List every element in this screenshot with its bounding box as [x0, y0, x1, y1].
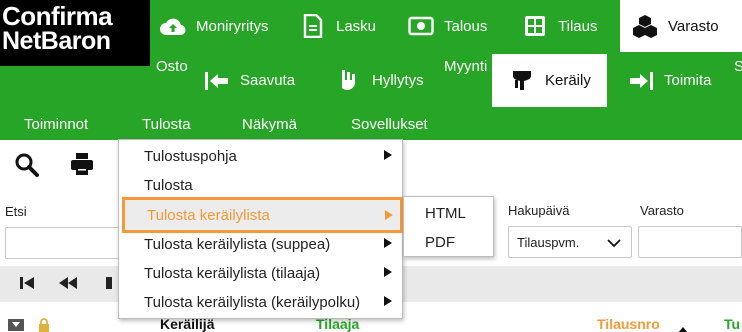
etsi-label: Etsi	[5, 204, 27, 219]
menu-toiminnot[interactable]: Toiminnot	[24, 109, 88, 140]
topnav-talous[interactable]: Talous	[408, 0, 487, 52]
topnav-moniryritys[interactable]: Moniryritys	[160, 0, 269, 52]
menu-item-tulosta-kerailylista-tilaaja[interactable]: Tulosta keräilylista (tilaaja)	[119, 259, 402, 288]
menu-bar: Toiminnot Tulosta Näkymä Sovellukset	[0, 109, 742, 140]
subnav-kerailey[interactable]: Keräily	[492, 54, 607, 107]
menu-item-tulosta-kerailylista-kerailypolku[interactable]: Tulosta keräilylista (keräilypolku)	[119, 288, 402, 317]
submenu-item-html[interactable]: HTML	[404, 199, 493, 228]
menu-sovellukset[interactable]: Sovellukset	[351, 109, 428, 140]
menu-item-tulostuspohja[interactable]: Tulostuspohja	[119, 142, 402, 171]
topnav-label: Tilaus	[558, 17, 598, 35]
subnav-s[interactable]: S	[734, 58, 742, 75]
subnav-toimita[interactable]: Toimita	[628, 54, 712, 107]
submenu-arrow-icon	[384, 296, 392, 306]
varasto-label: Varasto	[640, 203, 684, 218]
top-bar: Confirma NetBaron Moniryritys Lasku Talo…	[0, 0, 742, 109]
grid-icon	[522, 13, 548, 39]
menu-nakyma[interactable]: Näkymä	[242, 109, 297, 140]
chevron-down-icon	[607, 236, 621, 251]
picking-icon	[509, 68, 535, 94]
menu-tulosta[interactable]: Tulosta	[142, 109, 191, 140]
menu-item-label: Tulosta keräilylista	[147, 206, 270, 224]
topnav-lasku[interactable]: Lasku	[300, 0, 376, 52]
hakupaiva-select[interactable]: Tilauspvm.	[508, 226, 632, 258]
print-dropdown-menu: Tulostuspohja Tulosta Tulosta keräilylis…	[118, 139, 403, 319]
menu-item-label: Tulosta keräilylista (suppea)	[144, 236, 331, 253]
subnav-saavuta[interactable]: Saavuta	[204, 54, 295, 107]
previous-page-icon[interactable]	[58, 274, 78, 294]
menu-item-tulosta-kerailylista[interactable]: Tulosta keräilylista	[122, 197, 403, 233]
subnav-hyllytys[interactable]: Hyllytys	[336, 54, 424, 107]
subnav-label: Keräily	[545, 72, 591, 89]
topnav-label: Talous	[444, 17, 488, 35]
logo-line2: NetBaron	[2, 27, 111, 55]
submenu-item-pdf[interactable]: PDF	[404, 228, 493, 257]
deliver-icon	[628, 68, 654, 94]
topnav-label: Varasto	[668, 17, 719, 35]
main-navigation: Moniryritys Lasku Talous Tilaus Varasto	[150, 0, 742, 109]
topnav-label: Lasku	[336, 17, 377, 35]
topnav-varasto[interactable]: Varasto	[620, 0, 742, 52]
menu-item-tulosta[interactable]: Tulosta	[119, 171, 402, 200]
lock-icon	[38, 318, 50, 332]
submenu-arrow-icon	[385, 210, 393, 220]
column-tilausnro[interactable]: Tilausnro	[597, 316, 660, 332]
printer-icon[interactable]	[70, 152, 96, 178]
submenu-arrow-icon	[384, 150, 392, 160]
submenu-arrow-icon	[384, 238, 392, 248]
etsi-input[interactable]	[5, 227, 130, 259]
subnav-label: Saavuta	[240, 72, 296, 89]
subnav-myynti[interactable]: Myynti	[444, 58, 487, 75]
column-tu[interactable]: Tu	[724, 316, 740, 332]
menu-item-label: Tulostuspohja	[144, 148, 237, 165]
menu-item-tulosta-kerailylista-suppea[interactable]: Tulosta keräilylista (suppea)	[119, 230, 402, 259]
subnav-label: Hyllytys	[372, 72, 424, 89]
submenu-arrow-icon	[384, 267, 392, 277]
document-icon	[300, 13, 326, 39]
money-icon	[408, 13, 434, 39]
hakupaiva-label: Hakupäivä	[508, 203, 570, 218]
varasto-input[interactable]	[638, 226, 742, 258]
menu-item-label: Tulosta keräilylista (keräilypolku)	[144, 294, 361, 311]
topnav-tilaus[interactable]: Tilaus	[522, 0, 597, 52]
first-page-icon[interactable]	[18, 274, 38, 294]
menu-item-label: Tulosta keräilylista (tilaaja)	[144, 265, 321, 282]
receive-arrows-icon	[204, 68, 230, 94]
hakupaiva-value: Tilauspvm.	[517, 234, 580, 250]
search-icon[interactable]	[14, 152, 40, 178]
subnav-osto[interactable]: Osto	[156, 58, 188, 75]
cloud-upload-icon	[160, 13, 186, 39]
logo[interactable]: Confirma NetBaron	[0, 0, 150, 66]
sort-ascending-icon[interactable]	[677, 321, 689, 332]
subnav-label: Toimita	[664, 72, 712, 89]
hand-shelving-icon	[336, 68, 362, 94]
row-expand-icon[interactable]	[8, 318, 24, 332]
boxes-icon	[632, 13, 658, 39]
menu-item-label: Tulosta	[144, 177, 193, 194]
format-submenu: HTML PDF	[403, 196, 494, 257]
logo-green-strip	[0, 66, 150, 109]
topnav-label: Moniryritys	[196, 17, 269, 35]
